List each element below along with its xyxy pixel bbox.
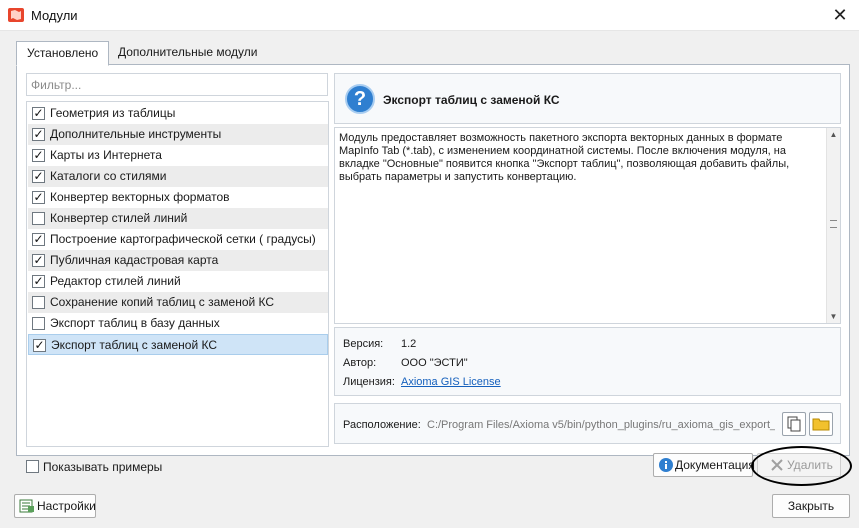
module-checkbox[interactable]: ✓ xyxy=(32,275,45,288)
module-label: Карты из Интернета xyxy=(50,148,162,162)
location-path: C:/Program Files/Axioma v5/bin/python_pl… xyxy=(427,419,775,431)
module-checkbox[interactable]: ✓ xyxy=(32,149,45,162)
module-checkbox[interactable]: ✓ xyxy=(33,339,46,352)
settings-label: Настройки xyxy=(37,499,96,513)
module-checkbox[interactable] xyxy=(32,296,45,309)
description-box: Модуль предоставляет возможность пакетно… xyxy=(334,127,841,324)
settings-icon xyxy=(19,499,34,513)
module-item[interactable]: ✓ Карты из Интернета xyxy=(28,145,328,166)
module-label: Конвертер стилей линий xyxy=(50,211,188,225)
folder-icon xyxy=(812,418,830,431)
title-bar: Модули ✕ xyxy=(0,0,859,31)
module-item[interactable]: ✓ Публичная кадастровая карта xyxy=(28,250,328,271)
open-folder-button[interactable] xyxy=(809,412,833,436)
module-label: Редактор стилей линий xyxy=(50,274,181,288)
module-list: ✓ Геометрия из таблицы ✓ Дополнительные … xyxy=(26,101,329,447)
show-examples-label: Показывать примеры xyxy=(43,460,163,474)
module-item[interactable]: ✓ Построение картографической сетки ( гр… xyxy=(28,229,328,250)
module-label: Дополнительные инструменты xyxy=(50,127,222,141)
module-checkbox[interactable]: ✓ xyxy=(32,254,45,267)
module-item[interactable]: ✓ Геометрия из таблицы xyxy=(28,103,328,124)
scroll-down-arrow-icon[interactable]: ▼ xyxy=(827,310,840,323)
scroll-grip-icon[interactable] xyxy=(830,220,837,228)
close-button[interactable]: Закрыть xyxy=(772,494,850,518)
module-label: Сохранение копий таблиц с заменой КС xyxy=(50,295,275,309)
author-label: Автор: xyxy=(343,357,377,369)
documentation-button[interactable]: Документация xyxy=(653,453,755,477)
module-checkbox[interactable]: ✓ xyxy=(32,128,45,141)
module-label: Экспорт таблиц с заменой КС xyxy=(51,338,217,352)
module-description: Модуль предоставляет возможность пакетно… xyxy=(339,132,790,183)
version-value: 1.2 xyxy=(401,338,417,350)
copy-icon xyxy=(787,416,801,432)
annotation-circle xyxy=(751,446,852,486)
module-item[interactable]: Экспорт таблиц в базу данных xyxy=(28,313,328,334)
module-label: Каталоги со стилями xyxy=(50,169,167,183)
module-item[interactable]: ✓ Редактор стилей линий xyxy=(28,271,328,292)
module-checkbox[interactable]: ✓ xyxy=(32,170,45,183)
module-item-selected[interactable]: ✓ Экспорт таблиц с заменой КС xyxy=(28,334,328,355)
module-label: Конвертер векторных форматов xyxy=(50,190,230,204)
show-examples-checkbox[interactable] xyxy=(26,460,39,473)
settings-button[interactable]: Настройки xyxy=(14,494,96,518)
window-title: Модули xyxy=(31,8,78,23)
info-icon xyxy=(659,458,673,472)
module-label: Геометрия из таблицы xyxy=(50,106,176,120)
module-header: ? Экспорт таблиц с заменой КС xyxy=(334,73,841,124)
tab-installed[interactable]: Установлено xyxy=(16,41,110,66)
license-label: Лицензия: xyxy=(343,376,395,388)
license-link[interactable]: Axioma GIS License xyxy=(401,376,501,388)
module-checkbox[interactable]: ✓ xyxy=(32,233,45,246)
module-checkbox[interactable]: ✓ xyxy=(32,191,45,204)
filter-input[interactable]: Фильтр... xyxy=(26,73,328,96)
copy-path-button[interactable] xyxy=(782,412,806,436)
module-info: Версия: 1.2 Автор: ООО "ЭСТИ" Лицензия: … xyxy=(334,327,841,396)
module-title: Экспорт таблиц с заменой КС xyxy=(383,93,560,107)
app-map-icon xyxy=(8,8,24,22)
location-box: Расположение: C:/Program Files/Axioma v5… xyxy=(334,403,841,444)
module-checkbox[interactable]: ✓ xyxy=(32,107,45,120)
scroll-up-arrow-icon[interactable]: ▲ xyxy=(827,128,840,141)
author-value: ООО "ЭСТИ" xyxy=(401,357,468,369)
module-label: Экспорт таблиц в базу данных xyxy=(50,316,220,330)
module-checkbox[interactable] xyxy=(32,317,45,330)
close-window-button[interactable]: ✕ xyxy=(829,4,851,26)
module-item[interactable]: ✓ Каталоги со стилями xyxy=(28,166,328,187)
description-scrollbar[interactable]: ▲ ▼ xyxy=(826,128,840,323)
module-checkbox[interactable] xyxy=(32,212,45,225)
question-icon: ? xyxy=(345,84,375,114)
tab-additional-modules[interactable]: Дополнительные модули xyxy=(108,41,267,65)
module-label: Публичная кадастровая карта xyxy=(50,253,219,267)
module-item[interactable]: Конвертер стилей линий xyxy=(28,208,328,229)
version-label: Версия: xyxy=(343,338,384,350)
location-label: Расположение: xyxy=(343,419,421,431)
module-label: Построение картографической сетки ( град… xyxy=(50,232,316,246)
module-item[interactable]: ✓ Конвертер векторных форматов xyxy=(28,187,328,208)
documentation-label: Документация xyxy=(675,458,755,472)
module-item[interactable]: ✓ Дополнительные инструменты xyxy=(28,124,328,145)
module-item[interactable]: Сохранение копий таблиц с заменой КС xyxy=(28,292,328,313)
